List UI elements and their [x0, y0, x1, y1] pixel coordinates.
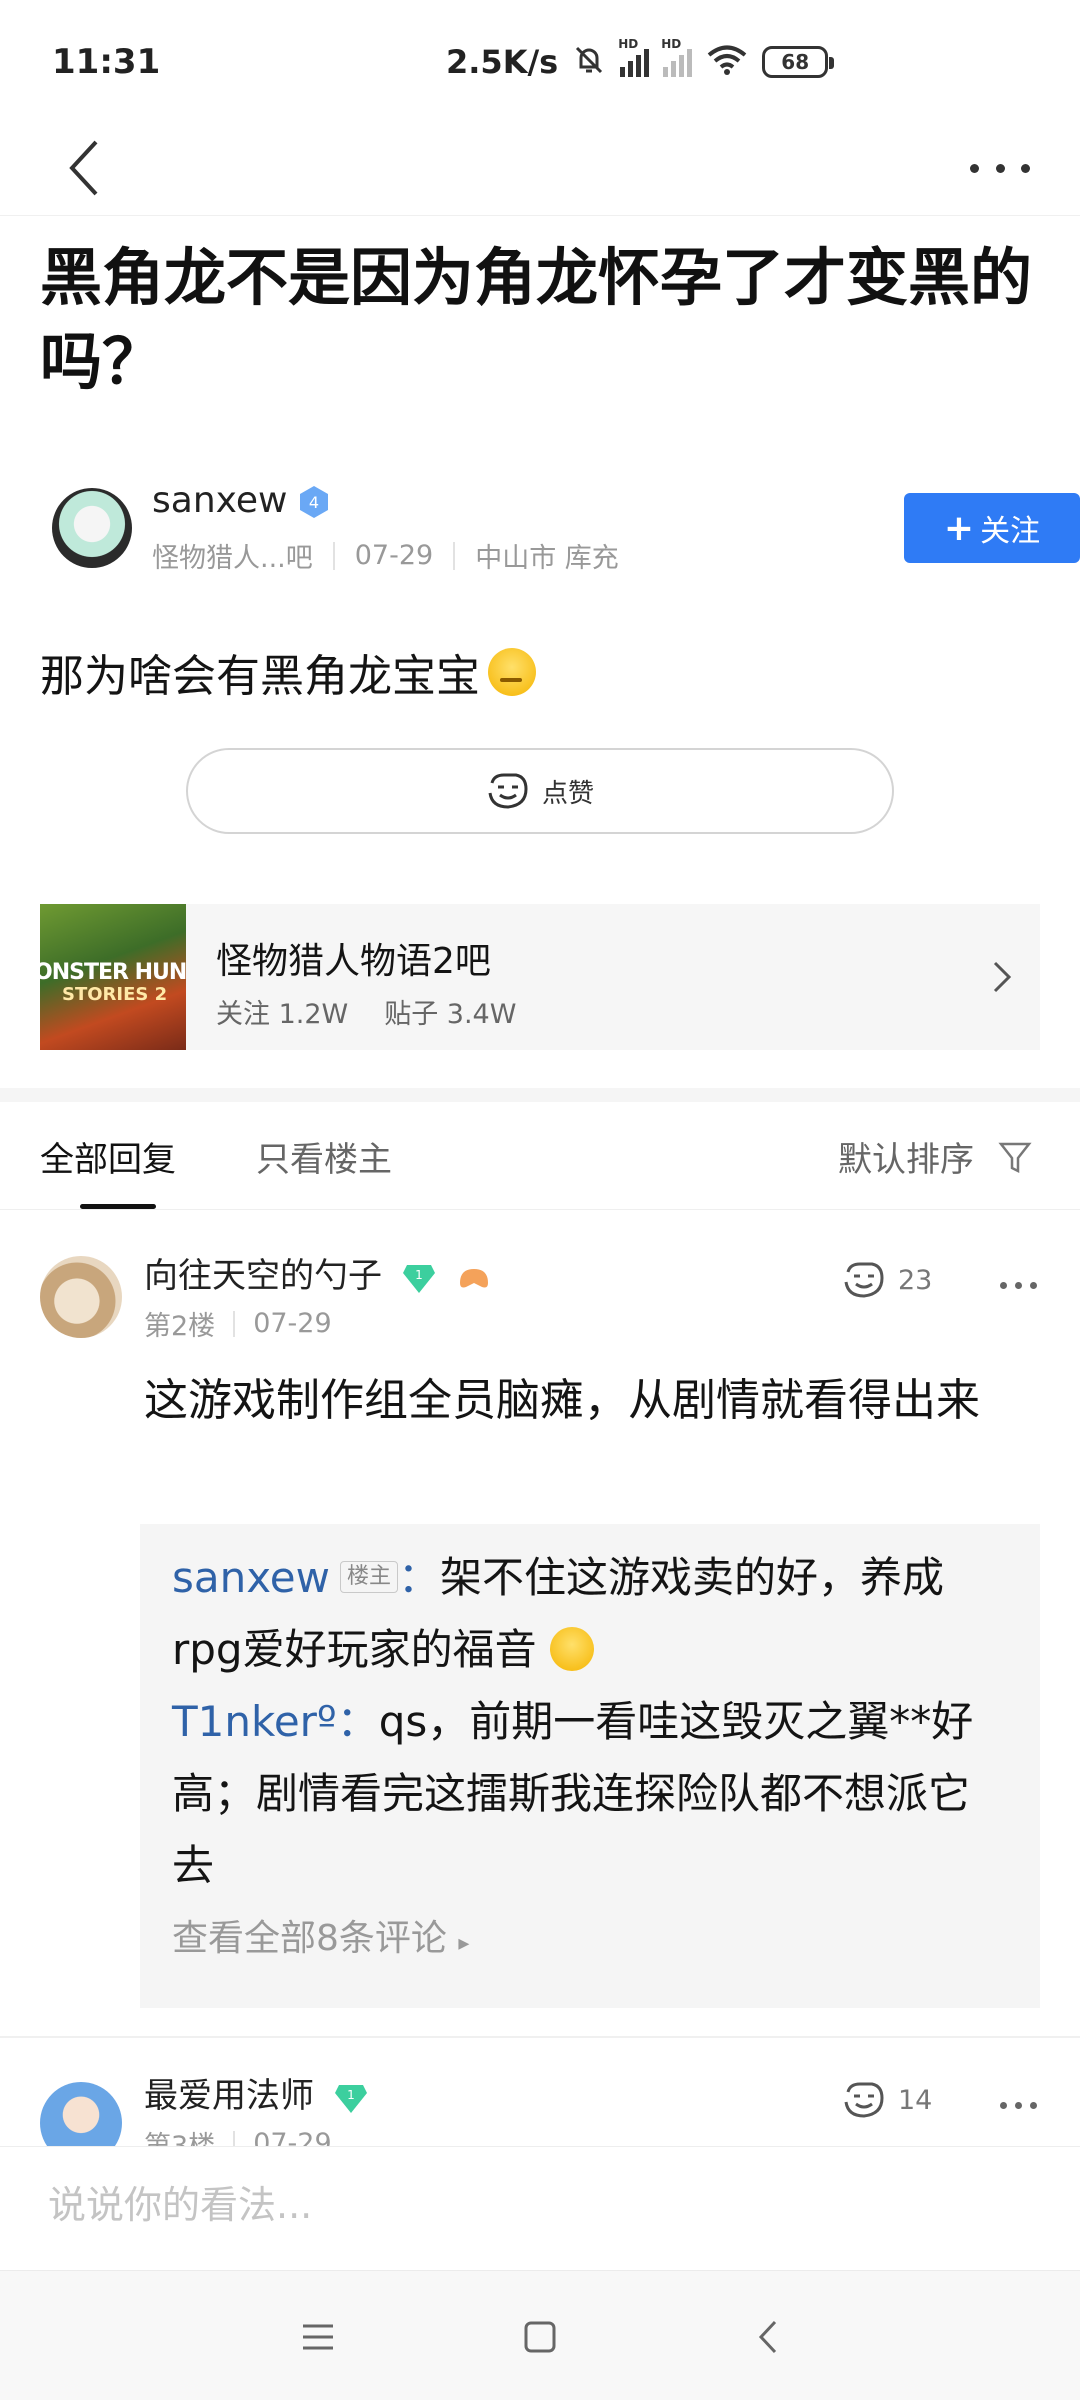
sub-comment-user[interactable]: sanxew	[172, 1553, 330, 1602]
reply-author-name[interactable]: 向往天空的勺子 1	[144, 1248, 492, 1297]
author-forum[interactable]: 怪物猎人...吧	[152, 536, 313, 575]
floor-number: 第3楼	[144, 2124, 215, 2146]
sort-dropdown[interactable]: 默认排序	[838, 1132, 1032, 1181]
post-body: 那为啥会有黑角龙宝宝	[40, 640, 536, 704]
menu-button[interactable]	[298, 2317, 338, 2357]
triangle-right-icon: ▸	[458, 1931, 470, 1956]
battery-icon: 68	[762, 46, 835, 78]
status-time: 11:31	[52, 42, 161, 82]
like-button[interactable]: 点赞	[186, 748, 894, 834]
sub-comments[interactable]: sanxew 楼主 ：架不住这游戏卖的好，养成rpg爱好玩家的福音 T1nkerº：…	[140, 1524, 1040, 2008]
post-author: sanxew 4 怪物猎人...吧 07-29 中山市 库充 + 关注	[40, 480, 1080, 580]
diamond-badge-icon: 1	[334, 2084, 367, 2113]
forum-name: 怪物猎人物语2吧	[216, 941, 491, 982]
like-face-icon	[844, 1262, 884, 1298]
forum-followers: 关注 1.2W	[216, 999, 349, 1030]
level-badge-icon: 4	[300, 486, 328, 518]
like-label: 点赞	[541, 778, 594, 809]
filter-icon	[998, 1142, 1032, 1173]
chevron-left-icon	[758, 2320, 777, 2354]
game-badge-icon	[459, 1268, 488, 1287]
home-square-icon	[524, 2321, 556, 2353]
follow-button[interactable]: + 关注	[904, 493, 1080, 563]
chevron-right-icon	[993, 961, 1012, 993]
sub-comment: T1nkerº：qs，前期一看哇这毁灭之翼**好高；剧情看完这擂斯我连探险队都不…	[172, 1697, 974, 1890]
sub-comment: sanxew 楼主 ：架不住这游戏卖的好，养成rpg爱好玩家的福音	[172, 1553, 945, 1674]
reply-author-name[interactable]: 最爱用法师 1	[144, 2068, 369, 2117]
signal-icon-2: HD	[661, 37, 693, 77]
sort-label: 默认排序	[838, 1140, 974, 1180]
like-face-icon	[488, 773, 528, 809]
reply-item: 最爱用法师 1 第3楼 07-29 14	[0, 2040, 1080, 2146]
avatar[interactable]	[40, 1256, 122, 1338]
view-all-comments-link[interactable]: 查看全部8条评论 ▸	[172, 1906, 1008, 1977]
reply-date: 07-29	[253, 1308, 332, 1339]
thinking-emoji-icon	[488, 648, 536, 696]
reply-like-button[interactable]: 23	[842, 1260, 932, 1300]
sub-comment-user[interactable]: T1nkerº	[172, 1697, 337, 1746]
dot-icon	[995, 163, 1005, 173]
status-indicators: 2.5K/s HD HD 68	[446, 37, 835, 84]
svg-text:1: 1	[415, 1268, 423, 1282]
diamond-badge-icon: 1	[402, 1264, 435, 1293]
net-speed: 2.5K/s	[446, 43, 559, 81]
follow-label: 关注	[980, 514, 1041, 549]
svg-text:4: 4	[309, 493, 319, 512]
dot-icon	[1021, 163, 1030, 173]
like-face-icon	[844, 2082, 884, 2118]
more-options-button[interactable]	[970, 148, 1030, 188]
tab-all-replies[interactable]: 全部回复	[40, 1132, 176, 1181]
reply-like-count: 14	[898, 2084, 933, 2116]
author-meta: 怪物猎人...吧 07-29 中山市 库充	[152, 536, 619, 575]
signal-icon: HD	[618, 37, 650, 77]
back-button[interactable]	[56, 126, 112, 210]
system-nav-bar	[0, 2270, 1080, 2400]
comment-bar	[0, 2146, 1080, 2270]
reply-meta: 第2楼 07-29	[144, 1304, 332, 1343]
svg-text:1: 1	[347, 2088, 355, 2102]
reply-tabs: 全部回复 只看楼主 默认排序	[0, 1102, 1080, 1210]
section-divider	[0, 1088, 1080, 1102]
reply-more-button[interactable]	[1000, 2102, 1037, 2109]
mute-bell-icon	[572, 43, 606, 81]
op-tag: 楼主	[340, 1560, 399, 1593]
reply-more-button[interactable]	[1000, 1282, 1037, 1289]
shy-emoji-icon	[549, 1626, 594, 1671]
tab-only-op[interactable]: 只看楼主	[256, 1132, 392, 1181]
reply-date: 07-29	[253, 2128, 332, 2146]
reply-meta: 第3楼 07-29	[144, 2124, 332, 2146]
home-button[interactable]	[520, 2317, 560, 2357]
reply-content: 这游戏制作组全员脑瘫，从剧情就看得出来	[144, 1375, 980, 1426]
reply-like-count: 23	[898, 1264, 933, 1296]
reply-divider	[0, 2036, 1080, 2038]
author-name[interactable]: sanxew	[152, 480, 287, 521]
post-title: 黑角龙不是因为角龙怀孕了才变黑的吗？	[40, 241, 1033, 398]
post-body-text: 那为啥会有黑角龙宝宝	[40, 651, 480, 702]
post-date: 07-29	[354, 540, 434, 571]
system-back-button[interactable]	[748, 2317, 788, 2357]
dot-icon	[970, 163, 979, 173]
forum-cover-image: ONSTER HUN STORIES 2	[40, 904, 186, 1050]
comment-input[interactable]	[48, 2183, 948, 2227]
top-nav	[0, 120, 1080, 216]
forum-posts: 贴子 3.4W	[384, 999, 517, 1030]
forum-stats: 关注 1.2W 贴子 3.4W	[216, 992, 516, 1031]
chevron-left-icon	[69, 140, 98, 196]
avatar[interactable]	[40, 2082, 122, 2146]
plus-icon: +	[943, 507, 975, 549]
floor-number: 第2楼	[144, 1311, 216, 1342]
menu-icon	[303, 2324, 333, 2350]
avatar[interactable]	[52, 488, 132, 568]
wifi-icon	[706, 44, 748, 80]
reply-like-button[interactable]: 14	[842, 2080, 932, 2120]
tab-indicator	[80, 1204, 156, 1209]
post-location: 中山市 库充	[475, 543, 619, 574]
forum-card[interactable]: ONSTER HUN STORIES 2 怪物猎人物语2吧 关注 1.2W 贴子 …	[40, 904, 1040, 1050]
status-bar: 11:31 2.5K/s HD HD 68	[0, 0, 1080, 120]
